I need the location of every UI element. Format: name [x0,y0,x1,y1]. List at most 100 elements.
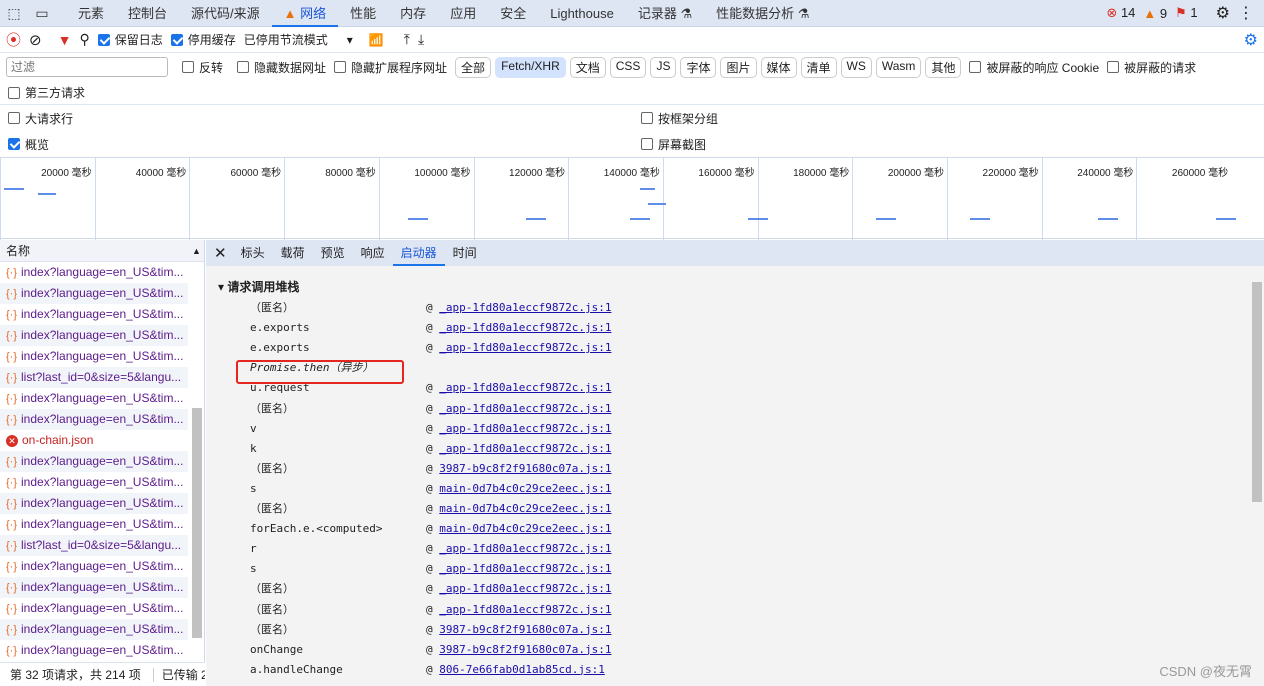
request-row[interactable]: {·} index?language=en_US&tim... [0,640,188,661]
tab-4[interactable]: 启动器 [392,240,445,266]
request-row[interactable]: {·} index?language=en_US&tim... [0,304,188,325]
filter-chip-7[interactable]: 媒体 [760,56,797,78]
tab-10[interactable]: 性能数据分析 ⚗ [704,0,821,27]
source-link[interactable]: _app-1fd80a1eccf9872c.js:1 [439,562,611,575]
record-icon[interactable]: ⦿ [6,29,21,50]
source-link[interactable]: 3987-b9c8f2f91680c07a.js:1 [439,623,611,636]
source-link[interactable]: 806-7e66fab0d1ab85cd.js:1 [439,663,605,676]
request-row[interactable]: {·} index?language=en_US&tim... [0,619,188,640]
filter-chip-9[interactable]: WS [840,56,872,78]
source-link[interactable]: _app-1fd80a1eccf9872c.js:1 [439,422,611,435]
tab-3[interactable]: 响应 [353,240,393,266]
third-party-checkbox[interactable]: 第三方请求 [8,84,85,101]
list-scrollbar[interactable] [192,408,202,638]
filter-chip-5[interactable]: 字体 [680,56,717,78]
filter-input[interactable] [6,57,168,77]
filter-chip-1[interactable]: Fetch/XHR [495,56,566,78]
tab-7[interactable]: 安全 [488,0,538,27]
source-link[interactable]: _app-1fd80a1eccf9872c.js:1 [439,582,611,595]
blocked-requests-checkbox[interactable]: 被屏蔽的请求 [1107,59,1196,76]
overview-checkbox[interactable]: 概览 [8,136,49,153]
source-link[interactable]: 3987-b9c8f2f91680c07a.js:1 [439,462,611,475]
request-row[interactable]: {·} index?language=en_US&tim... [0,472,188,493]
import-har-icon[interactable]: ⤒ [404,31,410,48]
request-row[interactable]: {·} index?language=en_US&tim... [0,514,188,535]
more-options-icon[interactable]: ⋮ [1238,3,1254,23]
source-link[interactable]: _app-1fd80a1eccf9872c.js:1 [439,321,611,334]
source-link[interactable]: _app-1fd80a1eccf9872c.js:1 [439,442,611,455]
group-by-frame-checkbox[interactable]: 按框架分组 [641,110,718,127]
filter-icon[interactable]: ▼ [58,32,72,48]
detail-scrollbar[interactable] [1252,282,1262,502]
request-row[interactable]: {·} index?language=en_US&tim... [0,409,188,430]
tab-6[interactable]: 应用 [438,0,488,27]
clear-icon[interactable]: ⊘ [29,31,42,49]
big-request-rows-checkbox[interactable]: 大请求行 [8,110,73,127]
tab-0[interactable]: 元素 [66,0,116,27]
tab-9[interactable]: 记录器 ⚗ [626,0,704,27]
request-row[interactable]: {·} index?language=en_US&tim... [0,325,188,346]
tab-8[interactable]: Lighthouse [538,0,626,27]
filter-chip-4[interactable]: JS [650,56,677,78]
hide-extension-urls-checkbox[interactable]: 隐藏扩展程序网址 [334,59,447,76]
tab-2[interactable]: 预览 [313,240,353,266]
disable-cache-checkbox[interactable]: 停用缓存 [170,31,236,48]
filter-chip-6[interactable]: 图片 [720,56,757,78]
tab-5[interactable]: 时间 [445,240,485,266]
throttle-select[interactable]: 已停用节流模式 ▾ [244,31,353,48]
filter-chip-3[interactable]: CSS [609,56,647,78]
name-column-header[interactable]: 名称 ▲ [0,240,204,262]
search-icon[interactable]: ⚲ [79,31,89,48]
filter-chip-0[interactable]: 全部 [455,56,492,78]
request-row[interactable]: {·} index?language=en_US&tim... [0,451,188,472]
tab-1[interactable]: 控制台 [116,0,179,27]
network-settings-icon[interactable]: ⚙ [1244,30,1258,50]
request-row[interactable]: {·} index?language=en_US&tim... [0,283,188,304]
source-link[interactable]: _app-1fd80a1eccf9872c.js:1 [439,402,611,415]
close-icon[interactable]: ✕ [214,244,227,262]
device-toolbar-icon[interactable]: ▭ [28,5,56,22]
tab-1[interactable]: 载荷 [273,240,313,266]
issue-count[interactable]: ⚑ 1 [1175,5,1198,21]
network-conditions-icon[interactable]: 📶 [369,33,384,47]
request-row[interactable]: {·} index?language=en_US&tim... [0,577,188,598]
filter-chip-8[interactable]: 清单 [800,56,837,78]
request-row[interactable]: {·} index?language=en_US&tim... [0,556,188,577]
network-overview[interactable]: 20000 毫秒 40000 毫秒 60000 毫秒 80000 毫秒 100000 毫… [0,157,1264,270]
settings-icon[interactable]: ⚙ [1216,3,1230,23]
request-row[interactable]: {·} index?language=en_US&tim... [0,388,188,409]
source-link[interactable]: _app-1fd80a1eccf9872c.js:1 [439,341,611,354]
tab-5[interactable]: 内存 [388,0,438,27]
tab-2[interactable]: 源代码/来源 [179,0,272,27]
request-row[interactable]: {·} index?language=en_US&tim... [0,598,188,619]
source-link[interactable]: main-0d7b4c0c29ce2eec.js:1 [439,482,611,495]
request-row[interactable]: {·} index?language=en_US&tim... [0,493,188,514]
tab-3[interactable]: ▲ 网络 [271,0,339,27]
call-stack-section[interactable]: ▾ 请求调用堆栈 [218,278,299,295]
export-har-icon[interactable]: ⤓ [418,31,424,48]
filter-chip-2[interactable]: 文档 [569,56,606,78]
screenshots-checkbox[interactable]: 屏幕截图 [641,136,706,153]
request-row[interactable]: ✕ on-chain.json [0,430,188,451]
request-row[interactable]: {·} index?language=en_US&tim... [0,262,188,283]
error-count[interactable]: ⊗ 14 [1106,5,1135,21]
tab-4[interactable]: 性能 [338,0,388,27]
source-link[interactable]: 3987-b9c8f2f91680c07a.js:1 [439,643,611,656]
inspect-element-icon[interactable]: ⬚ [0,5,28,22]
filter-chip-11[interactable]: 其他 [925,56,962,78]
source-link[interactable]: _app-1fd80a1eccf9872c.js:1 [439,542,611,555]
filter-chip-10[interactable]: Wasm [875,56,922,78]
tab-0[interactable]: 标头 [233,240,273,266]
request-row[interactable]: {·} list?last_id=0&size=5&langu... [0,535,188,556]
source-link[interactable]: _app-1fd80a1eccf9872c.js:1 [439,381,611,394]
request-row[interactable]: {·} list?last_id=0&size=5&langu... [0,367,188,388]
hide-data-urls-checkbox[interactable]: 隐藏数据网址 [237,59,326,76]
source-link[interactable]: main-0d7b4c0c29ce2eec.js:1 [439,502,611,515]
request-row[interactable]: {·} index?language=en_US&tim... [0,346,188,367]
invert-checkbox[interactable]: 反转 [182,59,223,76]
blocked-cookies-checkbox[interactable]: 被屏蔽的响应 Cookie [969,59,1099,76]
preserve-log-checkbox[interactable]: 保留日志 [97,31,163,48]
source-link[interactable]: _app-1fd80a1eccf9872c.js:1 [439,603,611,616]
warning-count[interactable]: ▲ 9 [1143,6,1167,21]
source-link[interactable]: _app-1fd80a1eccf9872c.js:1 [439,301,611,314]
